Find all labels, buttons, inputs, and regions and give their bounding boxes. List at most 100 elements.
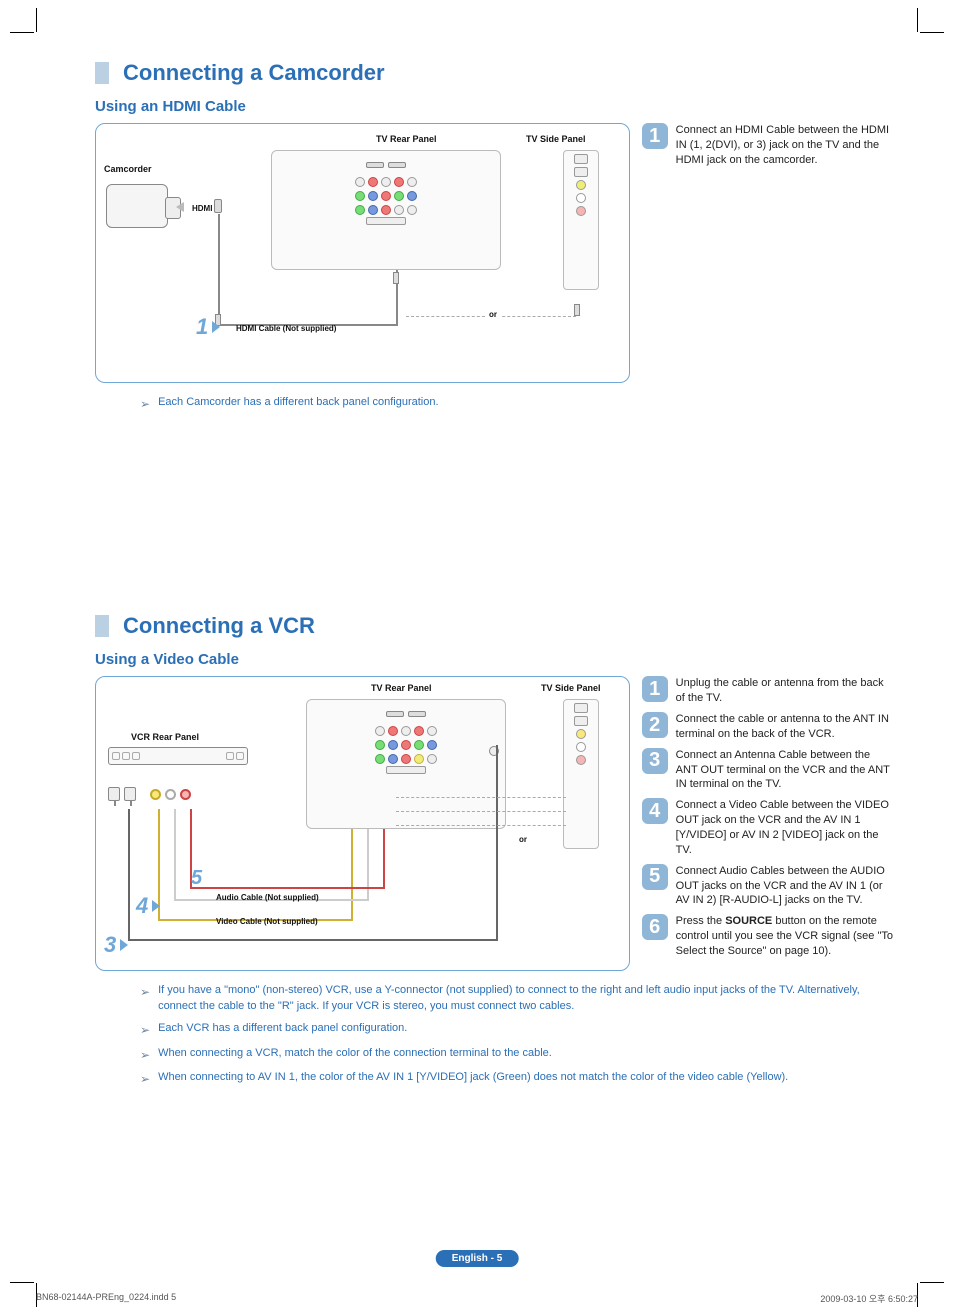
label-audio-cable: Audio Cable (Not supplied) (216, 893, 319, 902)
tv-rear-panel (306, 699, 506, 829)
label-or: or (516, 835, 530, 844)
step-text: Connect Audio Cables between the AUDIO O… (676, 864, 894, 909)
step-number: 3 (642, 748, 668, 774)
step-text: Unplug the cable or antenna from the bac… (676, 676, 894, 706)
print-metadata: BN68-02144A-PREng_0224.indd 5 2009-03-10… (36, 1292, 918, 1305)
side-rca-r (576, 755, 586, 765)
label-tv-rear: TV Rear Panel (371, 683, 432, 693)
rca-video-icon (150, 789, 161, 800)
cable-audio-l (367, 829, 369, 901)
side-rca-r (576, 206, 586, 216)
step-number: 1 (642, 676, 668, 702)
camcorder-icon (106, 184, 168, 228)
rca-audio-r-icon (180, 789, 191, 800)
note-text: Each Camcorder has a different back pane… (158, 395, 438, 413)
label-camcorder: Camcorder (104, 164, 152, 174)
label-tv-side: TV Side Panel (526, 134, 586, 144)
step-text: Connect a Video Cable between the VIDEO … (676, 798, 894, 857)
section1-steps: 1 Connect an HDMI Cable between the HDMI… (642, 123, 894, 168)
note-text: Each VCR has a different back panel conf… (158, 1021, 407, 1039)
hdmi-camcorder-port (214, 199, 222, 213)
label-tv-side: TV Side Panel (541, 683, 601, 693)
side-rca-l (576, 742, 586, 752)
diagram-callout-5: 5 (191, 867, 202, 890)
label-or: or (486, 310, 500, 319)
cable-dash (396, 825, 566, 826)
step-number: 4 (642, 798, 668, 824)
crop-mark (917, 8, 918, 32)
vcr-rear-panel (108, 747, 248, 797)
step-text: Connect an HDMI Cable between the HDMI I… (676, 123, 894, 168)
note-text: If you have a "mono" (non-stereo) VCR, u… (158, 983, 894, 1015)
section1-subheading: Using an HDMI Cable (95, 98, 894, 115)
cable-antenna (128, 809, 130, 939)
step-number: 6 (642, 914, 668, 940)
cable-line (218, 214, 220, 324)
label-hdmi-cable: HDMI Cable (Not supplied) (236, 324, 336, 333)
tv-side-panel (563, 150, 599, 290)
section1-title: Connecting a Camcorder (123, 60, 385, 86)
label-vcr-rear: VCR Rear Panel (131, 732, 199, 742)
section2-steps: 1 Unplug the cable or antenna from the ba… (642, 676, 894, 958)
diagram-callout-4: 4 (136, 893, 160, 919)
tv-side-panel (563, 699, 599, 849)
crop-mark (10, 32, 34, 33)
label-tv-rear: TV Rear Panel (376, 134, 437, 144)
diagram-callout-1: 1 (196, 314, 220, 340)
side-rca-w (576, 193, 586, 203)
crop-mark (10, 1282, 34, 1283)
title-bar-icon (95, 615, 109, 637)
cable-antenna (128, 939, 498, 941)
crop-mark (36, 8, 37, 32)
step-text: Connect the cable or antenna to the ANT … (676, 712, 894, 742)
diagram-callout-3: 3 (104, 932, 128, 958)
note: ➢ Each Camcorder has a different back pa… (140, 395, 894, 413)
side-rca-video (576, 729, 586, 739)
section2: Connecting a VCR Using a Video Cable TV … (60, 613, 894, 1088)
print-file: BN68-02144A-PREng_0224.indd 5 (36, 1292, 176, 1305)
crop-mark (920, 32, 944, 33)
step-number: 1 (642, 123, 668, 149)
ant-out-icon (124, 787, 136, 801)
hdmi-port (366, 162, 384, 168)
ant-in-icon (108, 787, 120, 801)
cable-video (351, 829, 353, 921)
print-timestamp: 2009-03-10 오후 6:50:27 (820, 1292, 918, 1305)
section1-diagram: TV Rear Panel TV Side Panel Camcorder HD… (95, 123, 630, 383)
cable-audio-r (383, 829, 385, 889)
arrow-icon (176, 202, 184, 212)
hdmi-plug-icon (393, 272, 399, 284)
side-rca-y (576, 180, 586, 190)
step-text: Press the SOURCE button on the remote co… (676, 914, 894, 959)
hdmi-port (388, 162, 406, 168)
section2-title-row: Connecting a VCR (95, 613, 894, 639)
cable-audio-r (190, 887, 385, 889)
page-footer-badge: English - 5 (436, 1250, 519, 1267)
chevron-icon: ➢ (140, 1070, 150, 1088)
note-text: When connecting a VCR, match the color o… (158, 1046, 552, 1064)
tv-rear-panel (271, 150, 501, 270)
title-bar-icon (95, 62, 109, 84)
cable-dash (396, 811, 566, 812)
chevron-icon: ➢ (140, 1021, 150, 1039)
step-number: 5 (642, 864, 668, 890)
section2-diagram: TV Rear Panel TV Side Panel VCR Rear Pan… (95, 676, 630, 971)
step: 1 Connect an HDMI Cable between the HDMI… (642, 123, 894, 168)
label-video-cable: Video Cable (Not supplied) (216, 917, 318, 926)
chevron-icon: ➢ (140, 983, 150, 1015)
chevron-icon: ➢ (140, 1046, 150, 1064)
cable-dash (396, 797, 566, 798)
step-text: Connect an Antenna Cable between the ANT… (676, 748, 894, 793)
section2-figure-row: TV Rear Panel TV Side Panel VCR Rear Pan… (95, 676, 894, 971)
note-text: When connecting to AV IN 1, the color of… (158, 1070, 788, 1088)
section1-title-row: Connecting a Camcorder (95, 60, 894, 86)
usb-side-port (574, 167, 588, 177)
hdmi-plug-icon (574, 304, 580, 316)
section2-subheading: Using a Video Cable (95, 651, 894, 668)
label-hdmi: HDMI (192, 204, 212, 213)
section2-notes: ➢If you have a "mono" (non-stereo) VCR, … (140, 983, 894, 1088)
section2-title: Connecting a VCR (123, 613, 315, 639)
step-number: 2 (642, 712, 668, 738)
page-content: Connecting a Camcorder Using an HDMI Cab… (60, 60, 894, 1255)
crop-mark (920, 1282, 944, 1283)
